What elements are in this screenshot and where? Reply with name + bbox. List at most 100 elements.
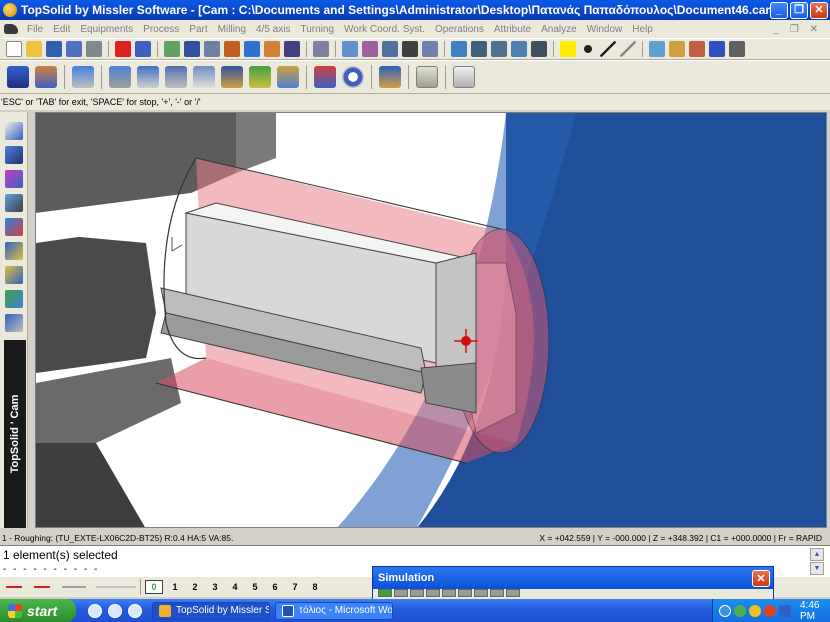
layer-5[interactable]: 5 <box>245 582 265 592</box>
menu-4-5-axis[interactable]: 4/5 axis <box>251 24 295 35</box>
layer-2[interactable]: 2 <box>185 582 205 592</box>
task-word[interactable]: τόλιος - Microsoft Word <box>275 601 393 620</box>
delete-icon[interactable] <box>115 41 131 57</box>
undo-icon[interactable] <box>135 41 151 57</box>
shape-icon[interactable] <box>5 146 23 164</box>
start-button[interactable]: start <box>0 599 76 622</box>
select-icon[interactable] <box>342 41 358 57</box>
measure-icon[interactable] <box>313 41 329 57</box>
layers-icon[interactable] <box>244 41 260 57</box>
drilling-icon[interactable] <box>249 66 271 88</box>
menu-part[interactable]: Part <box>184 24 212 35</box>
view-icon[interactable] <box>491 41 507 57</box>
exclude-icon[interactable] <box>362 41 378 57</box>
config-icon[interactable] <box>709 41 725 57</box>
save-icon[interactable] <box>46 41 62 57</box>
internet-explorer-icon[interactable] <box>88 603 102 618</box>
document-window-controls[interactable]: _ ❐ ✕ <box>774 24 830 35</box>
menu-edit[interactable]: Edit <box>48 24 75 35</box>
layer-1[interactable]: 1 <box>165 582 185 592</box>
document-tree-icon[interactable] <box>649 41 665 57</box>
operations-list-icon[interactable] <box>379 66 401 88</box>
machine-icon[interactable] <box>35 66 57 88</box>
axis-icon[interactable] <box>531 41 547 57</box>
turning-mode-icon[interactable] <box>5 242 23 260</box>
grooving-icon[interactable] <box>193 66 215 88</box>
cam-mode-icon[interactable] <box>5 218 23 236</box>
clock[interactable]: 4:46 PM <box>800 600 830 622</box>
point-style-icon[interactable] <box>584 45 592 53</box>
assembly-icon[interactable] <box>5 194 23 212</box>
roughing-icon[interactable] <box>137 66 159 88</box>
scroll-down-button[interactable]: ▼ <box>810 562 824 575</box>
layer-3[interactable]: 3 <box>205 582 225 592</box>
tray-network-icon[interactable] <box>719 604 731 617</box>
menu-work-coord-syst[interactable]: Work Coord. Syst. <box>339 24 430 35</box>
parameters-icon[interactable] <box>689 41 705 57</box>
close-button[interactable]: ✕ <box>810 1 828 19</box>
line-style-selector[interactable] <box>6 586 86 588</box>
menu-turning[interactable]: Turning <box>295 24 339 35</box>
color-picker-icon[interactable] <box>560 41 576 57</box>
sim-end-icon[interactable] <box>490 589 504 597</box>
menu-analyze[interactable]: Analyze <box>536 24 582 35</box>
finishing-icon[interactable] <box>165 66 187 88</box>
minimize-button[interactable]: _ <box>770 1 788 19</box>
facing-icon[interactable] <box>109 66 131 88</box>
sim-play-icon[interactable] <box>378 589 392 597</box>
tray-language-icon[interactable] <box>779 604 791 617</box>
wireframe-icon[interactable] <box>204 41 220 57</box>
menu-attribute[interactable]: Attribute <box>489 24 536 35</box>
sim-forward-icon[interactable] <box>474 589 488 597</box>
layer-8[interactable]: 8 <box>305 582 325 592</box>
sketch-icon[interactable] <box>5 122 23 140</box>
verify-icon[interactable] <box>342 66 364 88</box>
print-icon[interactable] <box>86 41 102 57</box>
library-icon[interactable] <box>669 41 685 57</box>
tray-shield-icon[interactable] <box>749 604 761 617</box>
simulation-window[interactable]: Simulation ✕ <box>372 566 774 600</box>
menu-window[interactable]: Window <box>582 24 628 35</box>
task-topsolid[interactable]: TopSolid by Missler S... <box>152 601 270 620</box>
shade-icon[interactable] <box>184 41 200 57</box>
layer-4[interactable]: 4 <box>225 582 245 592</box>
stock-icon[interactable] <box>72 66 94 88</box>
sim-stop-icon[interactable] <box>442 589 456 597</box>
more-icon[interactable] <box>729 41 745 57</box>
document-icon[interactable] <box>4 24 18 34</box>
section-icon[interactable] <box>284 41 300 57</box>
message-scrollbar[interactable]: ▲ ▼ <box>810 548 824 576</box>
tray-alert-icon[interactable] <box>764 604 776 617</box>
milling-mode-icon[interactable] <box>5 266 23 284</box>
sim-step-back-icon[interactable] <box>394 589 408 597</box>
machine-mode-icon[interactable] <box>5 314 23 332</box>
nc-document-icon[interactable] <box>416 66 438 88</box>
sim-options-icon[interactable] <box>506 589 520 597</box>
menu-equipments[interactable]: Equipments <box>75 24 138 35</box>
paint-icon[interactable] <box>264 41 280 57</box>
title-bar[interactable]: TopSolid by Missler Software - [Cam : C:… <box>0 0 830 20</box>
sim-pause-icon[interactable] <box>426 589 440 597</box>
sim-step-icon[interactable] <box>410 589 424 597</box>
rotate-view-icon[interactable] <box>511 41 527 57</box>
sim-rewind-icon[interactable] <box>458 589 472 597</box>
tools-mode-icon[interactable] <box>5 290 23 308</box>
quick-launch-icon[interactable] <box>128 603 142 618</box>
menu-process[interactable]: Process <box>138 24 184 35</box>
media-player-icon[interactable] <box>108 603 122 618</box>
active-layer[interactable]: 0 <box>145 580 163 594</box>
simulation-title-bar[interactable]: Simulation ✕ <box>373 567 773 589</box>
3d-viewport[interactable] <box>35 112 827 528</box>
properties-icon[interactable] <box>66 41 82 57</box>
open-folder-icon[interactable] <box>26 41 42 57</box>
hide-icon[interactable] <box>224 41 240 57</box>
maximize-button[interactable]: ❐ <box>790 1 808 19</box>
zoom-icon[interactable] <box>451 41 467 57</box>
layer-7[interactable]: 7 <box>285 582 305 592</box>
menu-help[interactable]: Help <box>627 24 658 35</box>
render-icon[interactable] <box>164 41 180 57</box>
line-width-selector[interactable] <box>96 586 136 588</box>
attach-icon[interactable] <box>402 41 418 57</box>
filter-icon[interactable] <box>382 41 398 57</box>
menu-milling[interactable]: Milling <box>213 24 251 35</box>
